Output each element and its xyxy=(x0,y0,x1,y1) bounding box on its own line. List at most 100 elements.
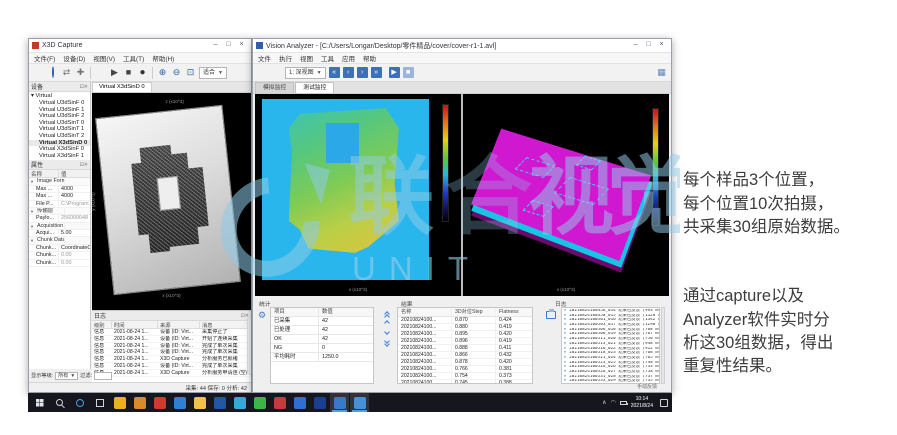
result-row[interactable]: 20210824100...0.8800.419 xyxy=(398,324,532,331)
analyzer-tab-2[interactable]: 测试监控 xyxy=(295,82,334,93)
taskbar-app-teal[interactable] xyxy=(230,393,249,412)
last-record-button[interactable]: » xyxy=(371,67,382,78)
stats-row[interactable]: 平均耗时1250.0 xyxy=(271,353,373,362)
printer-icon[interactable] xyxy=(546,311,556,319)
prop-row[interactable]: ▾Acquisition Control xyxy=(29,223,90,230)
result-row[interactable]: 20210824100...0.8960.419 xyxy=(398,338,532,345)
log-row[interactable]: 信息2021-08-24 1...X3D Capture分析服务申请连 (空闲) xyxy=(92,370,251,377)
disconnect-icon[interactable]: ✚ xyxy=(75,67,86,78)
prop-row[interactable]: Max ...4000 xyxy=(29,193,90,200)
stop-button[interactable]: ■ xyxy=(403,67,414,78)
log-row[interactable]: 信息2021-08-24 1...设备 (ID: Virt...完成了单次采集 xyxy=(92,349,251,356)
log-row[interactable]: 信息2021-08-24 1...设备 (ID: Virt...开始了连续采集 xyxy=(92,336,251,343)
menu-item-4[interactable]: 工具 xyxy=(321,53,334,63)
result-row[interactable]: 20210824100...0.8660.432 xyxy=(398,352,532,359)
menu-item-5[interactable]: 应用 xyxy=(342,53,355,63)
prop-row[interactable]: Acqui...5.00 xyxy=(29,230,90,237)
run-button[interactable]: ▶ xyxy=(389,67,400,78)
taskbar-clock[interactable]: 10:14 2021/8/24 xyxy=(631,396,653,409)
first-record-button[interactable]: « xyxy=(329,67,340,78)
zoom-level-select[interactable]: 适合 ▼ xyxy=(199,67,227,79)
taskbar-app-red-pdf[interactable] xyxy=(150,393,169,412)
taskbar-app-crimson[interactable] xyxy=(270,393,289,412)
prop-row[interactable]: Chunk...0.00 xyxy=(29,260,90,267)
device-tree-item[interactable]: Virtual X3dSinD 0 xyxy=(29,140,90,147)
heightmap-view[interactable]: x (x10^3) xyxy=(255,94,461,296)
last-result-button[interactable] xyxy=(384,339,391,343)
log-row[interactable]: 信息2021-08-24 1...设备 (ID: Virt...采集停止了 xyxy=(92,329,251,336)
next-record-button[interactable]: › xyxy=(357,67,368,78)
maximize-icon[interactable]: □ xyxy=(642,39,655,52)
device-tree-item[interactable]: Virtual U3dSinT 2 xyxy=(29,133,90,140)
log-row[interactable]: 信息2021-08-24 1...设备 (ID: Virt...完成了单次采集 xyxy=(92,363,251,370)
menu-item-6[interactable]: 帮助 xyxy=(363,53,376,63)
taskbar-analyzer-app[interactable] xyxy=(350,393,369,412)
menu-item-2[interactable]: 设备(D) xyxy=(63,53,85,63)
menu-item-1[interactable]: 文件 xyxy=(258,53,271,63)
log-scrollbar[interactable] xyxy=(247,319,251,374)
connect-icon[interactable]: ⇄ xyxy=(61,67,72,78)
manual-feedback-label[interactable]: 手动反馈 xyxy=(637,383,657,390)
minimize-icon[interactable]: – xyxy=(209,39,222,52)
menu-item-3[interactable]: 视图(V) xyxy=(93,53,115,63)
filter-text-input[interactable] xyxy=(94,372,112,380)
result-row[interactable]: 20210824100...0.8950.420 xyxy=(398,331,532,338)
taskbar-app-orange[interactable] xyxy=(130,393,149,412)
result-row[interactable]: 20210824100...0.8700.424 xyxy=(398,317,532,324)
stats-row[interactable]: 已处理42 xyxy=(271,326,373,335)
prop-row[interactable]: Chunk...CoordinateC xyxy=(29,245,90,252)
taskbar-app-green[interactable] xyxy=(250,393,269,412)
zoom-fit-icon[interactable]: ⊡ xyxy=(185,67,196,78)
search-button[interactable] xyxy=(50,393,69,412)
device-tree-item[interactable]: Virtual X3dSinF 0 xyxy=(29,146,90,153)
zoom-in-icon[interactable]: ⊕ xyxy=(157,67,168,78)
analyzer-log-list[interactable]: 20210824100456_014 结果已反馈 [993 msecs]2021… xyxy=(561,307,660,384)
next-result-button[interactable] xyxy=(384,330,391,334)
notification-center-icon[interactable] xyxy=(660,399,668,407)
analyzer-tab-1[interactable]: 模拟监控 xyxy=(255,82,294,93)
result-row[interactable]: 20210824100...0.7540.373 xyxy=(398,373,532,380)
stop-capture-icon[interactable]: ■ xyxy=(123,67,134,78)
stats-row[interactable]: NG0 xyxy=(271,344,373,353)
taskbar-app-globe[interactable] xyxy=(290,393,309,412)
pin-close-icons[interactable]: ⊡✕ xyxy=(241,313,249,319)
network-icon[interactable]: ◠ xyxy=(611,399,616,406)
taskbar-capture-app[interactable] xyxy=(330,393,349,412)
menu-item-4[interactable]: 工具(T) xyxy=(123,53,144,63)
filter-level-select[interactable]: 所有 ▼ xyxy=(55,372,78,380)
close-icon[interactable]: × xyxy=(655,39,668,52)
prop-row[interactable]: Paylo...256000048 xyxy=(29,215,90,222)
flatness-3d-view[interactable]: x (x10^3) xyxy=(463,94,669,296)
device-tree-item[interactable]: Virtual U3dSinF 1 xyxy=(29,107,90,114)
device-tree-root[interactable]: ▾ Virtual xyxy=(29,93,90,100)
pin-close-icons[interactable]: ⊡✕ xyxy=(80,162,88,168)
result-row[interactable]: 20210824100...0.7450.388 xyxy=(398,380,532,384)
device-tree-item[interactable]: Virtual U3dSinT 1 xyxy=(29,126,90,133)
menu-item-2[interactable]: 执行 xyxy=(279,53,292,63)
cortana-button[interactable] xyxy=(70,393,89,412)
pin-close-icons[interactable]: ⊡✕ xyxy=(80,84,88,90)
prev-record-button[interactable]: ‹ xyxy=(343,67,354,78)
result-row[interactable]: 20210824100...0.7660.381 xyxy=(398,366,532,373)
taskbar-app-blue[interactable] xyxy=(210,393,229,412)
continuous-capture-icon[interactable]: ▶ xyxy=(109,67,120,78)
prop-row[interactable]: ▾Image Format Control xyxy=(29,178,90,185)
layout-grid-icon[interactable]: ▦ xyxy=(656,67,667,78)
menu-item-5[interactable]: 帮助(H) xyxy=(152,53,174,63)
prop-row[interactable]: ▾Chunk Data Control xyxy=(29,237,90,244)
device-tree-item[interactable]: Virtual U3dSinF 0 xyxy=(29,100,90,107)
prev-result-button[interactable] xyxy=(384,321,391,325)
refresh-icon[interactable] xyxy=(52,66,54,78)
record-icon[interactable]: ● xyxy=(137,67,148,78)
capture-3d-canvas[interactable]: z (x10^3) y (x10^3) x (x10^3) xyxy=(92,93,251,314)
device-tree-item[interactable]: Virtual U3dSinT 0 xyxy=(29,120,90,127)
first-result-button[interactable] xyxy=(384,312,391,316)
menu-item-3[interactable]: 视图 xyxy=(300,53,313,63)
analyzer-log-scrollbar[interactable] xyxy=(661,307,665,384)
result-row[interactable]: 20210824100...0.8880.411 xyxy=(398,345,532,352)
maximize-icon[interactable]: □ xyxy=(222,39,235,52)
result-row[interactable]: 20210824100...0.8780.420 xyxy=(398,359,532,366)
prop-row[interactable]: File P...C:\Program Fil... xyxy=(29,201,90,208)
gear-icon[interactable]: ⚙ xyxy=(258,310,266,321)
prop-row[interactable]: ▾传输层 xyxy=(29,208,90,215)
